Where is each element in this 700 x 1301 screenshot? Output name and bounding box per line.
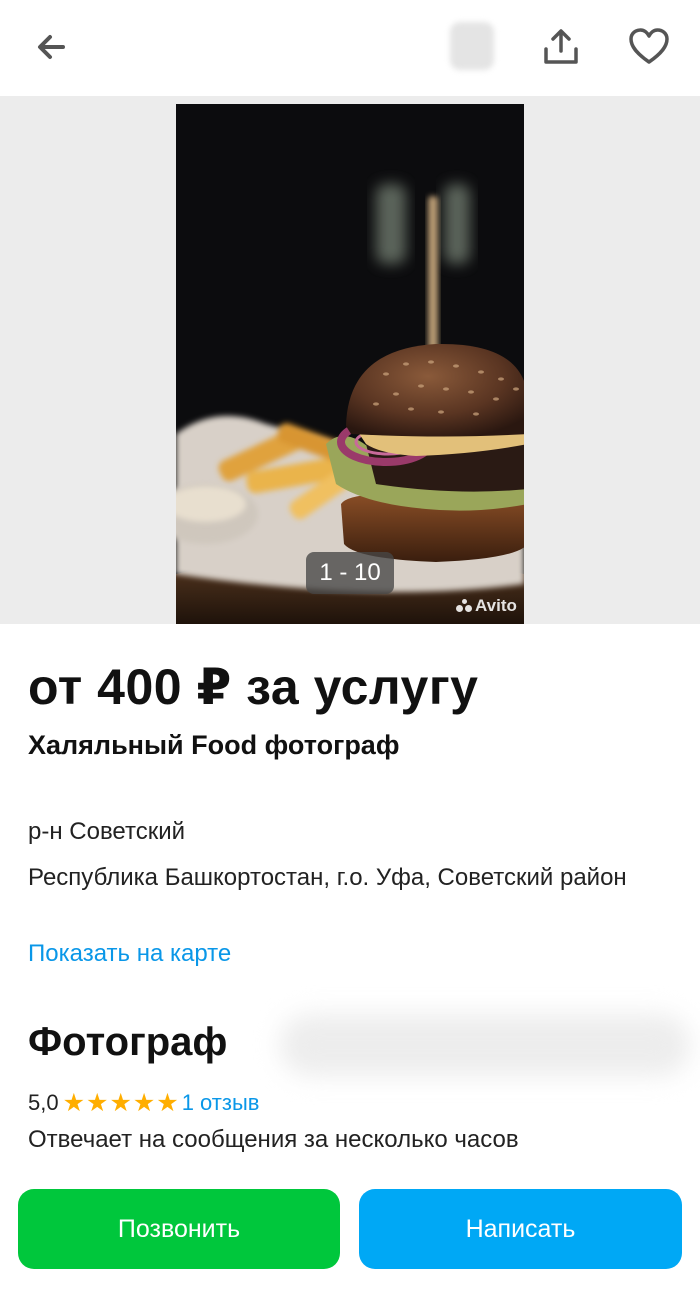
seller-name[interactable]: Фотограф xyxy=(28,1020,227,1065)
address: Республика Башкортостан, г.о. Уфа, Совет… xyxy=(28,864,627,891)
star-icon: ★ xyxy=(132,1088,156,1117)
rating-stars: ★ ★ ★ ★ ★ xyxy=(62,1088,180,1117)
photo-counter: 1 - 10 xyxy=(306,552,394,594)
seller-name-redacted xyxy=(280,1014,690,1076)
reviews-link[interactable]: 1 отзыв xyxy=(182,1090,260,1116)
star-icon: ★ xyxy=(109,1088,132,1117)
avito-logo-icon xyxy=(456,599,472,613)
listing-title: Халяльный Food фотограф xyxy=(28,730,400,760)
star-icon: ★ xyxy=(156,1088,179,1117)
seller-rating: 5,0 ★ ★ ★ ★ ★ 1 отзыв xyxy=(28,1088,259,1118)
hidden-action-button[interactable] xyxy=(450,22,494,70)
photo-gallery[interactable]: 1 - 10 Avito xyxy=(0,96,700,624)
share-icon xyxy=(544,29,578,64)
star-icon: ★ xyxy=(86,1088,109,1117)
star-icon: ★ xyxy=(62,1088,86,1117)
favorite-button[interactable] xyxy=(626,24,672,70)
district: р-н Советский xyxy=(28,818,186,845)
arrow-left-icon xyxy=(38,35,65,59)
heart-icon xyxy=(629,28,669,64)
listing-photo[interactable] xyxy=(176,104,524,624)
rating-value: 5,0 xyxy=(28,1090,59,1115)
share-button[interactable] xyxy=(540,26,582,68)
response-time: Отвечает на сообщения за несколько часов xyxy=(28,1126,519,1153)
call-button[interactable]: Позвонить xyxy=(18,1189,340,1269)
top-bar xyxy=(0,0,700,96)
back-button[interactable] xyxy=(30,26,72,68)
price: от 400 ₽ за услугу xyxy=(28,659,479,715)
avito-watermark: Avito xyxy=(456,596,517,616)
write-message-button[interactable]: Написать xyxy=(359,1189,682,1269)
watermark-text: Avito xyxy=(475,596,517,615)
show-on-map-link[interactable]: Показать на карте xyxy=(28,940,231,968)
